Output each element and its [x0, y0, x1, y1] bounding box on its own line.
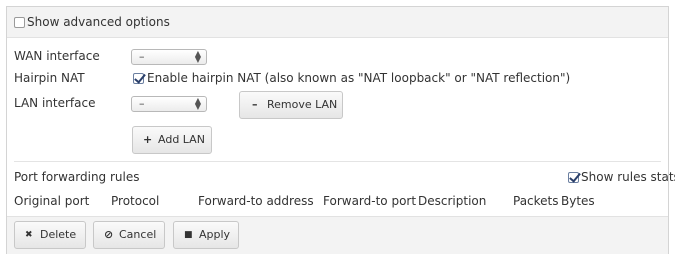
- minus-icon: –: [252, 98, 258, 111]
- action-bar: ✖ Delete ⊘ Cancel ■ Apply: [7, 216, 668, 254]
- plus-icon: +: [143, 133, 153, 146]
- lan-interface-value: –: [139, 97, 145, 110]
- column-header-forward-to-port: Forward-to port: [323, 194, 417, 208]
- show-rules-stats-label[interactable]: Show rules stats: [581, 170, 675, 184]
- add-lan-label: Add LAN: [158, 133, 205, 146]
- add-lan-button[interactable]: + Add LAN: [132, 126, 212, 154]
- wan-interface-label: WAN interface: [14, 49, 100, 63]
- column-header-description: Description: [418, 194, 487, 208]
- hairpin-nat-checkbox-label[interactable]: Enable hairpin NAT (also known as "NAT l…: [147, 71, 570, 85]
- column-header-bytes: Bytes: [561, 194, 595, 208]
- remove-lan-button[interactable]: – Remove LAN: [239, 91, 343, 119]
- advanced-options-row: Show advanced options: [7, 7, 668, 38]
- delete-button[interactable]: ✖ Delete: [14, 221, 86, 249]
- cancel-label: Cancel: [119, 228, 157, 241]
- nat-settings-panel: Show advanced options WAN interface – ▲ ▼…: [6, 6, 675, 254]
- column-header-original-port: Original port: [14, 194, 90, 208]
- show-rules-stats-checkbox[interactable]: [568, 172, 579, 183]
- x-icon: ✖: [25, 230, 33, 240]
- port-forwarding-title: Port forwarding rules: [14, 170, 140, 184]
- wan-interface-value: –: [139, 50, 145, 63]
- apply-label: Apply: [199, 228, 231, 241]
- hairpin-nat-checkbox[interactable]: [133, 73, 144, 84]
- column-header-protocol: Protocol: [111, 194, 160, 208]
- select-arrows-icon: ▲ ▼: [194, 49, 201, 64]
- select-arrows-icon: ▲ ▼: [194, 96, 201, 111]
- apply-button[interactable]: ■ Apply: [173, 221, 239, 249]
- lan-interface-select[interactable]: – ▲ ▼: [131, 96, 207, 112]
- lan-interface-label: LAN interface: [14, 96, 96, 110]
- show-advanced-checkbox[interactable]: [14, 17, 25, 28]
- wan-interface-select[interactable]: – ▲ ▼: [131, 49, 207, 65]
- cancel-circle-icon: ⊘: [104, 228, 114, 241]
- section-divider: [14, 161, 661, 162]
- show-advanced-label[interactable]: Show advanced options: [27, 15, 170, 29]
- remove-lan-label: Remove LAN: [267, 98, 338, 111]
- save-icon: ■: [184, 230, 193, 240]
- delete-label: Delete: [40, 228, 77, 241]
- column-header-packets: Packets: [513, 194, 559, 208]
- hairpin-nat-label: Hairpin NAT: [14, 71, 85, 85]
- cancel-button[interactable]: ⊘ Cancel: [93, 221, 165, 249]
- column-header-forward-to-address: Forward-to address: [198, 194, 314, 208]
